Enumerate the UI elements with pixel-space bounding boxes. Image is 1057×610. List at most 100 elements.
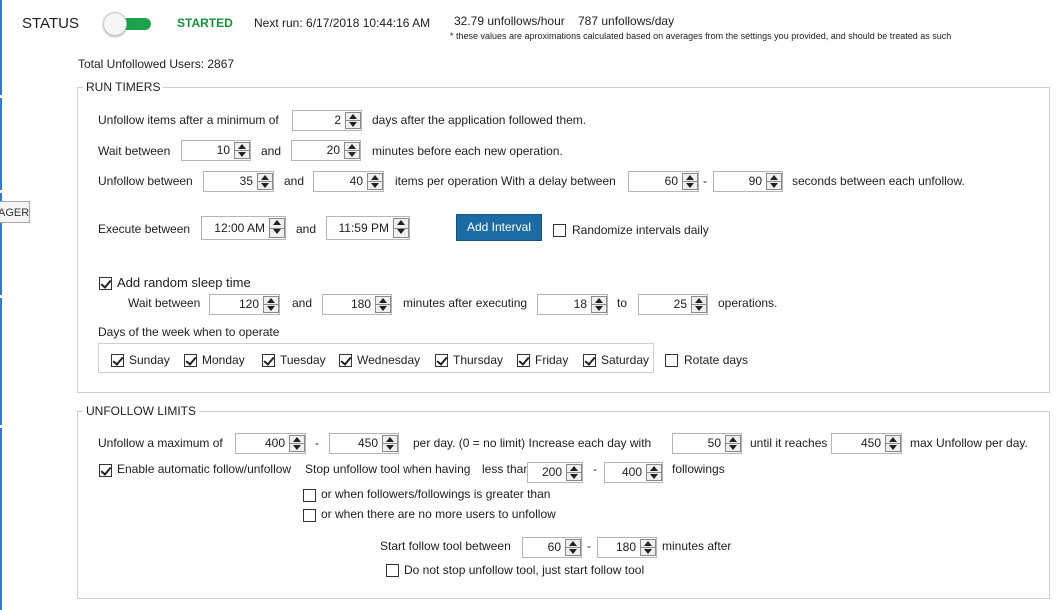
spin-down-icon[interactable] bbox=[567, 473, 581, 480]
status-toggle[interactable] bbox=[103, 12, 151, 36]
wait-min-spinner[interactable]: 10 bbox=[181, 140, 251, 161]
spin-up-icon[interactable] bbox=[376, 297, 390, 305]
or-no-more-label: or when there are no more users to unfol… bbox=[321, 507, 556, 521]
delay-min-spinner[interactable]: 60 bbox=[628, 171, 699, 192]
exec-end-picker[interactable]: 11:59 PM bbox=[326, 216, 410, 240]
sleep-max-spinner[interactable]: 180 bbox=[322, 294, 392, 315]
spin-down-icon[interactable] bbox=[394, 228, 408, 237]
execute-label: Execute between bbox=[98, 222, 191, 236]
add-interval-button[interactable]: Add Interval bbox=[456, 214, 542, 241]
spin-down-icon[interactable] bbox=[886, 444, 900, 451]
minutes-after-label: minutes after bbox=[662, 539, 732, 553]
increase-spinner[interactable]: 50 bbox=[672, 433, 742, 454]
spin-up-icon[interactable] bbox=[346, 113, 360, 121]
sleep-mid-label: minutes after executing bbox=[403, 296, 528, 310]
random-sleep-checkbox[interactable] bbox=[99, 277, 112, 290]
auto-follow-checkbox[interactable] bbox=[99, 464, 112, 477]
spin-up-icon[interactable] bbox=[235, 143, 249, 151]
spin-up-icon[interactable] bbox=[345, 143, 359, 151]
day-checkbox-friday[interactable] bbox=[517, 354, 530, 367]
spin-down-icon[interactable] bbox=[376, 305, 390, 312]
spin-up-icon[interactable] bbox=[567, 465, 581, 473]
spin-down-icon[interactable] bbox=[726, 444, 740, 451]
ops-min-spinner[interactable]: 18 bbox=[537, 294, 608, 315]
spin-down-icon[interactable] bbox=[235, 151, 249, 158]
spinner-value: 450 bbox=[860, 436, 881, 450]
spin-up-icon[interactable] bbox=[383, 436, 397, 444]
and-label: and bbox=[292, 296, 313, 310]
items-min-spinner[interactable]: 35 bbox=[203, 171, 274, 192]
side-tab[interactable]: AGER bbox=[0, 201, 30, 223]
min-days-label: Unfollow items after a minimum of bbox=[98, 113, 279, 127]
spin-down-icon[interactable] bbox=[683, 182, 697, 189]
day-label-monday: Monday bbox=[202, 353, 245, 367]
spinner-value: 180 bbox=[350, 297, 371, 311]
max-min-spinner[interactable]: 400 bbox=[235, 433, 306, 454]
spin-down-icon[interactable] bbox=[264, 305, 278, 312]
day-checkbox-tuesday[interactable] bbox=[262, 354, 275, 367]
less-min-spinner[interactable]: 200 bbox=[527, 462, 583, 483]
day-checkbox-sunday[interactable] bbox=[111, 354, 124, 367]
spinner-value: 120 bbox=[238, 297, 259, 311]
spinner-value: 400 bbox=[621, 465, 642, 479]
spin-down-icon[interactable] bbox=[641, 548, 655, 555]
spin-up-icon[interactable] bbox=[368, 174, 382, 182]
min-days-spinner[interactable]: 2 bbox=[292, 110, 362, 131]
time-value: 11:59 PM bbox=[338, 221, 389, 235]
delay-max-spinner[interactable]: 90 bbox=[713, 171, 783, 192]
day-label-friday: Friday bbox=[535, 353, 569, 367]
spin-up-icon[interactable] bbox=[566, 540, 580, 548]
or-no-more-checkbox[interactable] bbox=[303, 509, 316, 522]
spin-down-icon[interactable] bbox=[258, 182, 272, 189]
randomize-checkbox[interactable] bbox=[553, 224, 566, 237]
spin-up-icon[interactable] bbox=[641, 540, 655, 548]
day-checkbox-saturday[interactable] bbox=[583, 354, 596, 367]
wait-max-spinner[interactable]: 20 bbox=[291, 140, 361, 161]
max-label: Unfollow a maximum of bbox=[98, 436, 223, 450]
sleep-min-spinner[interactable]: 120 bbox=[209, 294, 280, 315]
spin-down-icon[interactable] bbox=[767, 182, 781, 189]
min-days-suffix: days after the application followed them… bbox=[372, 113, 587, 127]
ops-max-spinner[interactable]: 25 bbox=[638, 294, 708, 315]
spin-down-icon[interactable] bbox=[290, 444, 304, 451]
day-checkbox-thursday[interactable] bbox=[435, 354, 448, 367]
unfollow-between-label: Unfollow between bbox=[98, 174, 193, 188]
exec-start-picker[interactable]: 12:00 AM bbox=[201, 216, 286, 240]
time-value: 12:00 AM bbox=[214, 221, 265, 235]
spin-down-icon[interactable] bbox=[592, 305, 606, 312]
randomize-label: Randomize intervals daily bbox=[572, 223, 709, 237]
less-max-spinner[interactable]: 400 bbox=[604, 462, 663, 483]
spin-down-icon[interactable] bbox=[566, 548, 580, 555]
spin-up-icon[interactable] bbox=[258, 174, 272, 182]
spin-up-icon[interactable] bbox=[592, 297, 606, 305]
spin-up-icon[interactable] bbox=[767, 174, 781, 182]
spin-down-icon[interactable] bbox=[383, 444, 397, 451]
spin-down-icon[interactable] bbox=[368, 182, 382, 189]
spin-down-icon[interactable] bbox=[692, 305, 706, 312]
do-not-stop-checkbox[interactable] bbox=[386, 564, 399, 577]
spin-up-icon[interactable] bbox=[726, 436, 740, 444]
day-checkbox-monday[interactable] bbox=[184, 354, 197, 367]
reach-spinner[interactable]: 450 bbox=[831, 433, 902, 454]
rotate-days-checkbox[interactable] bbox=[665, 354, 678, 367]
or-greater-checkbox[interactable] bbox=[303, 489, 316, 502]
toggle-knob bbox=[103, 12, 127, 36]
spin-down-icon[interactable] bbox=[647, 473, 661, 480]
spin-up-icon[interactable] bbox=[886, 436, 900, 444]
spin-down-icon[interactable] bbox=[270, 228, 284, 237]
spin-down-icon[interactable] bbox=[346, 121, 360, 128]
spin-up-icon[interactable] bbox=[683, 174, 697, 182]
spinner-value: 60 bbox=[664, 174, 678, 188]
max-max-spinner[interactable]: 450 bbox=[329, 433, 399, 454]
spin-up-icon[interactable] bbox=[290, 436, 304, 444]
items-max-spinner[interactable]: 40 bbox=[313, 171, 384, 192]
spinner-value: 200 bbox=[541, 465, 562, 479]
spin-up-icon[interactable] bbox=[692, 297, 706, 305]
spin-up-icon[interactable] bbox=[264, 297, 278, 305]
wait-label: Wait between bbox=[98, 144, 171, 158]
day-checkbox-wednesday[interactable] bbox=[339, 354, 352, 367]
start-max-spinner[interactable]: 180 bbox=[597, 537, 657, 558]
start-min-spinner[interactable]: 60 bbox=[522, 537, 582, 558]
spin-down-icon[interactable] bbox=[345, 151, 359, 158]
spin-up-icon[interactable] bbox=[647, 465, 661, 473]
